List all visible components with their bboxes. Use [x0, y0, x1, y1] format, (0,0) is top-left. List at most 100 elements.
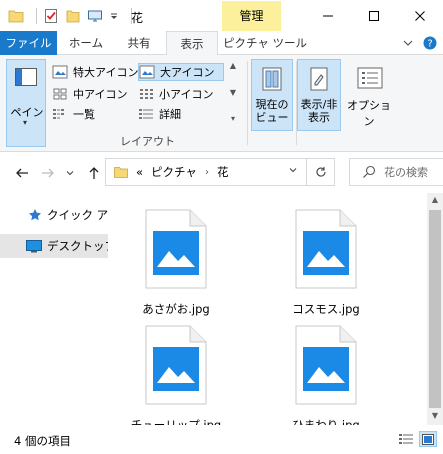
close-button[interactable]: [397, 0, 443, 31]
show-hide-button[interactable]: 表示/非 表示: [297, 59, 341, 131]
show-hide-icon: [307, 66, 331, 92]
scroll-up-icon[interactable]: ▲: [427, 195, 443, 204]
options-button[interactable]: オプション: [345, 59, 393, 131]
layout-list[interactable]: 一覧: [52, 105, 136, 123]
maximize-button[interactable]: [351, 0, 397, 31]
chevron-down-icon[interactable]: ▼: [230, 88, 236, 97]
layout-details[interactable]: 詳細: [138, 105, 224, 123]
dropdown-arrow-icon[interactable]: [109, 8, 119, 24]
folder-icon: [114, 166, 128, 178]
breadcrumb-flowers[interactable]: 花: [217, 164, 229, 180]
new-folder-icon[interactable]: [65, 8, 81, 24]
search-input[interactable]: 花の検索: [384, 164, 428, 180]
file-name: ひまわり.jpg: [292, 418, 360, 425]
current-view-button[interactable]: 現在の ビュー: [251, 59, 293, 131]
tab-share[interactable]: 共有: [113, 31, 165, 55]
nav-item-label: デスクトップ: [47, 239, 108, 253]
ribbon-divider: [247, 61, 248, 145]
refresh-button[interactable]: [306, 159, 334, 185]
layout-extra-large-icons[interactable]: 特大アイコン: [52, 63, 138, 81]
breadcrumb-pictures[interactable]: ピクチャ: [151, 164, 197, 180]
image-file-icon: [145, 325, 207, 405]
nav-item-quick-access[interactable]: クイック アクセス: [0, 203, 108, 227]
options-icon: [357, 65, 383, 91]
status-bar: 4 個の項目: [0, 425, 443, 454]
navigation-pane-icon: [15, 68, 37, 86]
toolbar-divider: [36, 8, 37, 24]
up-button[interactable]: [84, 163, 104, 183]
arrow-left-icon: [16, 168, 28, 178]
details-view-icon: [139, 109, 153, 119]
item-count: 4 個の項目: [14, 434, 71, 448]
gallery-more-icon[interactable]: ▾: [231, 114, 235, 123]
ribbon-tabs: ファイル ホーム 共有 表示 ピクチャ ツール ?: [0, 31, 443, 56]
customize-toolbar-icon[interactable]: [87, 8, 103, 24]
address-history-dropdown[interactable]: [288, 165, 298, 177]
help-button[interactable]: ?: [422, 35, 438, 51]
current-view-icon: [260, 66, 284, 92]
maximize-icon: [369, 10, 379, 21]
layout-large-icons[interactable]: 大アイコン: [138, 63, 224, 81]
back-button[interactable]: [12, 163, 32, 183]
medium-icons-icon: [53, 88, 67, 100]
ribbon: ペイン ▾ 特大アイコン 大アイコン 中アイコン 小アイコン 一覧 詳細 ▲ ▼…: [0, 55, 443, 152]
breadcrumb-overflow[interactable]: «: [136, 165, 143, 179]
file-name: チューリップ.jpg: [130, 418, 222, 425]
large-icons-icon: [139, 65, 155, 79]
small-icons-icon: [140, 89, 153, 99]
chevron-down-icon: [66, 171, 74, 176]
image-file-icon: [295, 209, 357, 289]
image-file-icon: [145, 209, 207, 289]
layout-gallery: 特大アイコン 大アイコン 中アイコン 小アイコン 一覧 詳細: [52, 61, 224, 123]
list-item[interactable]: あさがお.jpg: [121, 209, 231, 317]
minimize-button[interactable]: [305, 0, 351, 31]
options-label: オプション: [347, 99, 391, 128]
scrollbar-thumb[interactable]: [429, 210, 441, 408]
tab-home[interactable]: ホーム: [60, 31, 112, 55]
contextual-tab-manage[interactable]: 管理: [222, 1, 281, 31]
chevron-up-icon[interactable]: ▲: [230, 61, 236, 70]
navigation-pane: クイック アクセス デスクトップ: [0, 193, 108, 425]
current-view-label: 現在の ビュー: [255, 98, 289, 124]
details-view-button[interactable]: [397, 431, 415, 447]
scroll-down-icon[interactable]: ▼: [427, 411, 443, 420]
file-list: あさがお.jpg コスモス.jpg チューリップ.jpg ひまわり.jpg: [108, 193, 427, 425]
list-item[interactable]: コスモス.jpg: [271, 209, 381, 317]
ribbon-collapse-button[interactable]: [400, 35, 416, 51]
vertical-scrollbar[interactable]: ▲ ▼: [427, 193, 443, 425]
layout-gallery-scroller[interactable]: ▲ ▼ ▾: [226, 61, 240, 123]
layout-small-icons[interactable]: 小アイコン: [138, 85, 224, 103]
quick-access-toolbar: [8, 6, 138, 26]
recent-locations-button[interactable]: [60, 163, 80, 183]
tab-view[interactable]: 表示: [166, 31, 218, 56]
refresh-icon: [315, 167, 326, 177]
tab-picture-tools[interactable]: ピクチャ ツール: [219, 31, 311, 55]
breadcrumb-separator[interactable]: ›: [205, 167, 209, 178]
show-hide-label: 表示/非 表示: [300, 98, 338, 124]
search-icon: [362, 165, 376, 179]
tab-file[interactable]: ファイル: [0, 31, 57, 55]
address-bar[interactable]: « ピクチャ › 花: [105, 158, 335, 186]
extra-large-icons-icon: [52, 65, 68, 79]
chevron-down-icon: [403, 40, 413, 46]
nav-item-desktop[interactable]: デスクトップ: [0, 234, 108, 258]
image-file-icon: [295, 325, 357, 405]
forward-button[interactable]: [38, 163, 58, 183]
dropdown-arrow-icon: ▾: [23, 118, 28, 127]
svg-text:?: ?: [427, 39, 432, 50]
search-box[interactable]: 花の検索: [349, 158, 443, 186]
layout-medium-icons[interactable]: 中アイコン: [52, 85, 136, 103]
file-name: あさがお.jpg: [142, 302, 210, 316]
folder-icon: [8, 8, 24, 24]
properties-icon[interactable]: [43, 8, 59, 24]
minimize-icon: [323, 15, 333, 16]
desktop-icon: [26, 239, 42, 252]
window-title: 花: [131, 11, 144, 25]
list-item[interactable]: チューリップ.jpg: [121, 325, 231, 425]
arrow-up-icon: [89, 167, 99, 179]
pane-button[interactable]: ペイン ▾: [6, 59, 46, 147]
close-icon: [415, 10, 425, 21]
file-name: コスモス.jpg: [292, 302, 360, 316]
list-item[interactable]: ひまわり.jpg: [271, 325, 381, 425]
large-icons-view-button[interactable]: [419, 431, 437, 447]
